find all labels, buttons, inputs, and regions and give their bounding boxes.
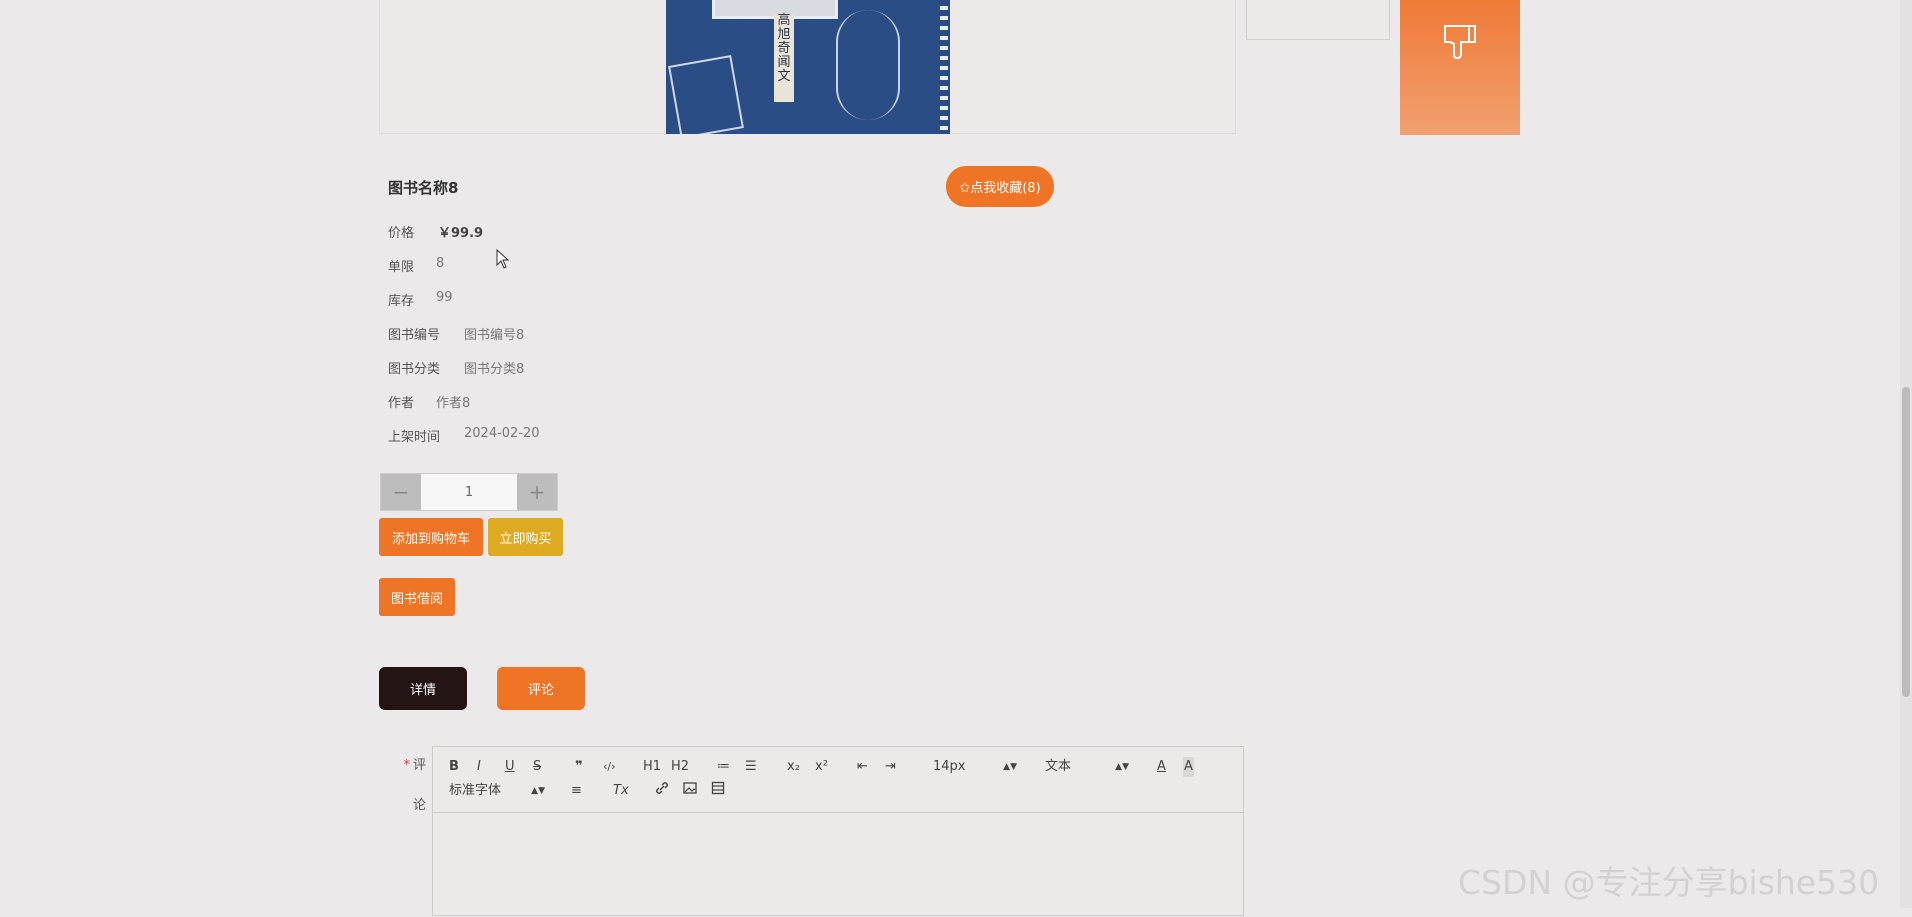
select-caret-icon: ▲▼ [1115,762,1129,772]
increase-quantity-button[interactable]: + [517,474,557,510]
add-to-cart-button[interactable]: 添加到购物车 [379,518,483,556]
ordered-list-button[interactable]: ≔ [717,757,730,777]
bold-button[interactable]: B [449,757,459,777]
detail-value: 图书编号8 [464,328,525,343]
outdent-button[interactable]: ⇤ [857,757,868,777]
book-title: 图书名称8 [388,179,459,197]
font-family-value: 标准字体 [449,783,502,798]
detail-value: 99 [436,290,453,305]
indent-button[interactable]: ⇥ [885,757,896,777]
detail-row-stock: 库存 99 [388,290,453,309]
quantity-stepper: − 1 + [380,473,558,511]
font-size-value: 14px [933,759,966,774]
detail-row-book-number: 图书编号 图书编号8 [388,324,524,343]
page-scrollbar-thumb[interactable] [1902,387,1910,697]
font-color-icon[interactable]: A [1157,757,1166,777]
borrow-book-button[interactable]: 图书借阅 [379,578,455,616]
required-mark: * [403,758,410,773]
detail-value: 作者8 [436,396,471,411]
font-family-select[interactable]: 标准字体 ▲▼ [449,781,545,801]
comment-label-line2: 论 [412,798,426,813]
superscript-button[interactable]: x² [815,757,828,777]
underline-button[interactable]: U [505,757,515,777]
side-panel-box [1246,0,1390,40]
subscript-button[interactable]: x₂ [787,757,800,777]
cover-film-strip [940,0,948,134]
cover-title-text: 高旭奇闻文 [774,14,794,102]
align-button[interactable]: ≡ [571,781,582,801]
buy-now-button[interactable]: 立即购买 [488,518,563,556]
select-caret-icon: ▲▼ [1003,762,1017,772]
comment-text-area[interactable] [433,813,1243,917]
detail-label: 库存 [388,294,415,309]
tab-detail[interactable]: 详情 [379,667,467,710]
text-format-value: 文本 [1045,759,1072,774]
cover-decoration [836,10,900,120]
comment-field-label: * 评 论 [396,756,426,816]
image-button[interactable] [683,781,697,801]
mouse-cursor-icon [496,249,510,269]
price-value: ￥99.9 [438,226,484,241]
italic-button[interactable]: I [477,757,481,777]
detail-value: 图书分类8 [464,362,525,377]
favorite-button[interactable]: ✩点我收藏(8) [946,166,1054,207]
detail-label: 上架时间 [388,430,441,445]
detail-label: 价格 [388,226,415,241]
detail-value: 2024-02-20 [464,426,540,441]
image-icon [683,782,697,794]
detail-row-category: 图书分类 图书分类8 [388,358,524,377]
bullet-list-button[interactable]: ☰ [745,757,757,777]
detail-row-price: 价格 ￥99.9 [388,222,483,241]
watermark-text: CSDN @专注分享bishe530 [1458,863,1880,902]
font-size-select[interactable]: 14px ▲▼ [933,757,1017,777]
comment-rich-text-editor: B I U S ❞ ‹/› H1 H2 ≔ ☰ x₂ x² ⇤ ⇥ 14px ▲… [432,746,1244,916]
heading-2-button[interactable]: H2 [671,757,689,777]
editor-toolbar: B I U S ❞ ‹/› H1 H2 ≔ ☰ x₂ x² ⇤ ⇥ 14px ▲… [433,747,1243,813]
detail-value: 8 [436,256,445,271]
select-caret-icon: ▲▼ [531,786,545,796]
detail-label: 作者 [388,396,415,411]
link-button[interactable] [655,781,669,801]
detail-row-limit: 单限 8 [388,256,444,275]
heading-1-button[interactable]: H1 [643,757,661,777]
dislike-button[interactable] [1400,0,1520,135]
clear-format-button[interactable]: Tx [613,781,629,801]
detail-row-shelf-date: 上架时间 2024-02-20 [388,426,540,445]
video-button[interactable] [711,781,725,801]
blockquote-button[interactable]: ❞ [575,757,583,777]
video-icon [711,781,725,795]
detail-label: 单限 [388,260,415,275]
detail-row-author: 作者 作者8 [388,392,470,411]
tab-comment[interactable]: 评论 [497,667,585,710]
strikethrough-button[interactable]: S [533,757,541,777]
detail-label: 图书编号 [388,328,441,343]
code-block-button[interactable]: ‹/› [603,757,616,777]
background-color-icon[interactable]: A [1183,757,1194,777]
quantity-input[interactable]: 1 [421,474,517,510]
decrease-quantity-button[interactable]: − [381,474,421,510]
cover-decoration [668,55,744,134]
thumbs-down-icon [1444,25,1476,59]
link-icon [656,782,668,794]
comment-label-line1: 评 [412,758,426,773]
text-format-select[interactable]: 文本 ▲▼ [1045,757,1129,777]
book-cover-image: 高旭奇闻文 [666,0,950,134]
detail-label: 图书分类 [388,362,441,377]
